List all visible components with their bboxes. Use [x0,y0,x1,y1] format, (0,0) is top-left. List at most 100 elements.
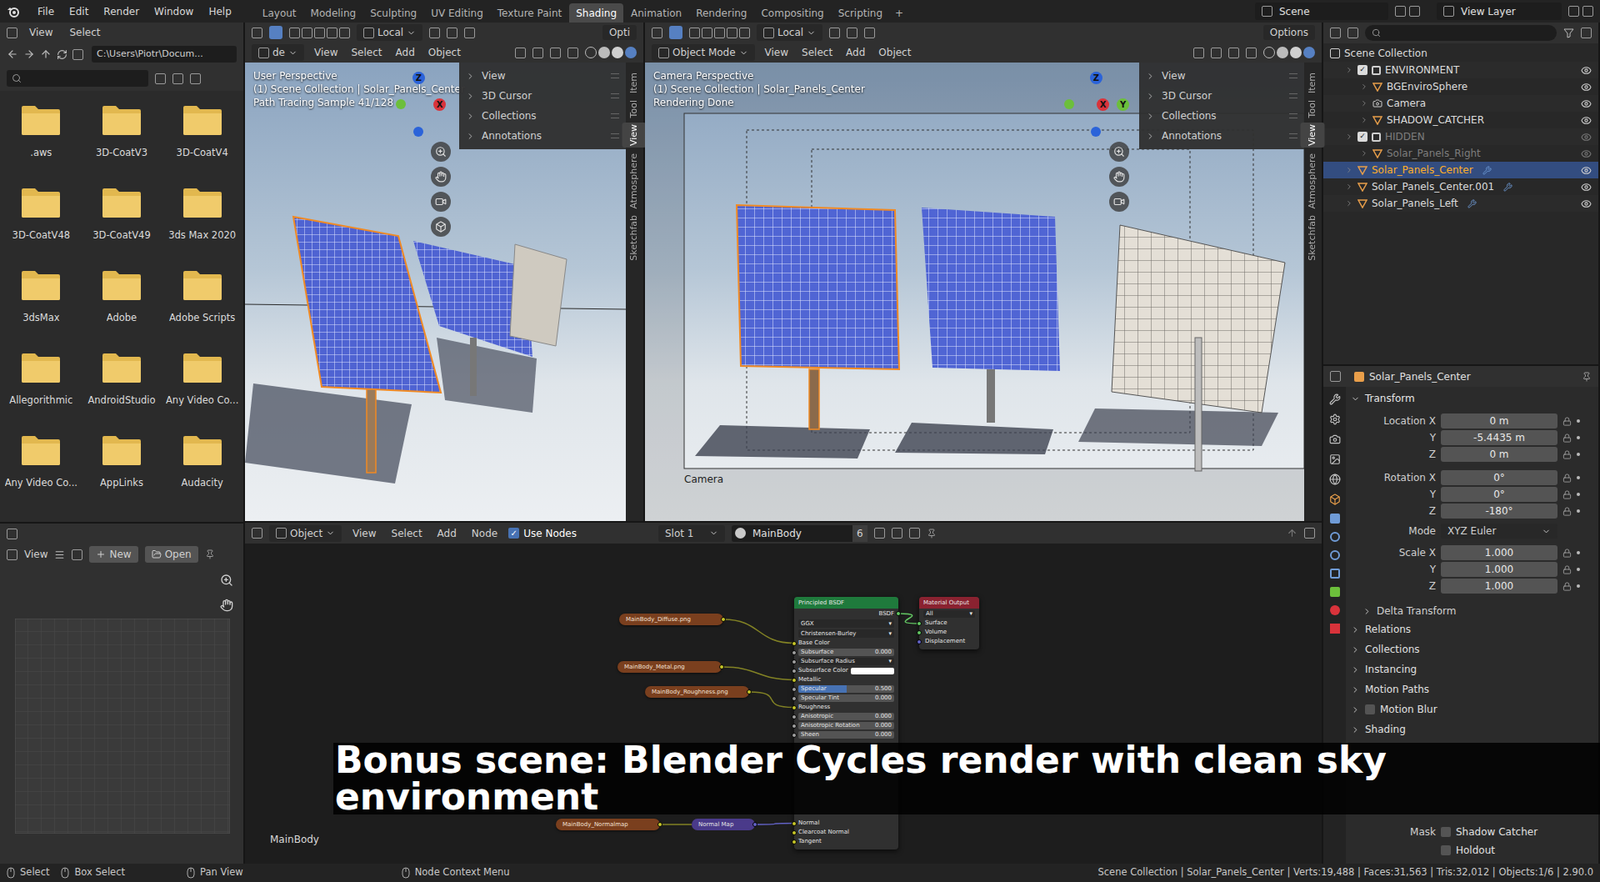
search-field[interactable] [6,70,149,87]
menu-item[interactable]: View [348,525,380,541]
lock-icon[interactable] [1562,416,1572,426]
menu-item[interactable]: Add [392,45,419,60]
menu-item[interactable]: Edit [61,2,96,21]
menu-item[interactable]: View [310,45,341,60]
folder-item[interactable]: Allegorithmic [1,351,81,423]
node-socket[interactable] [791,839,797,845]
menu-item[interactable]: Select [64,25,105,40]
scene-icon[interactable] [1329,473,1341,485]
node-canvas[interactable]: MainBody_Diffuse.pngMainBody_Metal.pngMa… [245,543,1322,864]
mask-checkbox[interactable]: Shadow Catcher [1440,822,1538,841]
mode-dropdown[interactable]: XYZ Euler [1440,523,1558,539]
gizmo-axis[interactable]: Z [412,71,425,85]
node-dropdown[interactable]: GGX▾ [798,619,895,628]
node-slider[interactable]: Specular0.500 [798,685,895,693]
node-socket[interactable] [791,732,797,738]
visibility-icon[interactable] [1580,131,1592,143]
visibility-icon[interactable] [1580,181,1592,193]
node-socket[interactable] [657,821,663,827]
outliner-row[interactable]: ✓ENVIRONMENT [1323,61,1599,79]
node-socket[interactable] [791,695,797,701]
visibility-icon[interactable] [1580,81,1592,93]
navigation-button[interactable] [1109,166,1130,187]
folder-item[interactable]: 3dsMax [1,269,81,340]
node-socket[interactable] [791,640,797,646]
node-socket[interactable] [791,677,797,683]
number-field[interactable]: 1.000 [1440,545,1558,560]
rendered-shading-icon[interactable] [1303,46,1315,59]
options-button[interactable]: Opti [602,25,637,40]
sidebar-section[interactable]: 3D Cursor [1139,85,1305,106]
folder-item[interactable]: 3D-CoatV3 [82,104,162,175]
lock-icon[interactable] [1562,490,1572,500]
workspace-tab[interactable]: Shading [569,3,624,23]
outliner-search[interactable] [1365,25,1557,41]
tool-icon[interactable] [1329,393,1341,405]
gizmo-axis[interactable]: Z [1090,71,1103,85]
sidebar-section[interactable]: Annotations [459,125,626,146]
node-socket[interactable] [746,689,752,695]
workspace-tab[interactable]: Scripting [831,3,890,23]
number-field[interactable]: 0° [1440,470,1558,485]
mode-dropdown[interactable]: de [251,44,305,61]
outliner-row[interactable]: Scene Collection [1323,45,1599,62]
lock-icon[interactable] [1562,581,1572,591]
sidebar-section[interactable]: Collections [459,105,626,126]
navigation-button[interactable] [1109,191,1130,212]
data-tab-icon[interactable] [1330,586,1340,597]
panel-header[interactable]: Motion Blur [1350,699,1594,720]
particles-tab-icon[interactable] [1330,531,1340,542]
panel-header[interactable]: Collections [1350,639,1594,660]
menu-item[interactable]: View [761,45,792,60]
node-socket[interactable] [791,830,797,835]
sidebar-section[interactable]: View [459,65,626,86]
node-slider[interactable]: Anisotropic0.000 [798,712,895,720]
folder-item[interactable]: AndroidStudio [82,351,162,423]
solid-shading-icon[interactable] [598,46,610,59]
viewport-canvas[interactable]: Camera Perspective(1) Scene Collection |… [645,62,1305,521]
workspace-tab[interactable]: Texture Paint [490,3,569,23]
number-field[interactable]: -180° [1440,503,1558,519]
expand-icon[interactable] [1345,165,1354,175]
node-dropdown[interactable]: Subsurface Radius▾ [798,657,895,665]
slot-dropdown[interactable]: Slot 1 [658,525,725,542]
navigation-button[interactable] [430,216,451,237]
sidebar-tab[interactable]: Atmosphere [622,151,647,211]
mode-dropdown[interactable]: Object Mode [651,44,755,61]
node-socket[interactable] [791,668,797,674]
folder-item[interactable]: Any Video Co... [162,351,242,423]
back-icon[interactable] [6,48,19,60]
output-icon[interactable] [1329,433,1341,445]
lock-icon[interactable] [1562,450,1572,460]
texture-tab-icon[interactable] [1330,623,1340,634]
visibility-icon[interactable] [1580,148,1592,160]
sidebar-section[interactable]: View [1139,65,1305,86]
node-dropdown[interactable]: Christensen-Burley▾ [798,629,895,638]
collection-checkbox[interactable]: ✓ [1357,65,1368,75]
expand-icon[interactable] [1360,149,1369,158]
menu-item[interactable]: File [30,2,62,21]
sidebar-tab[interactable]: View [1300,122,1325,148]
number-field[interactable]: 0° [1440,486,1558,502]
visibility-icon[interactable] [1580,198,1592,210]
outliner-row[interactable]: BGEnviroSphere [1323,78,1599,95]
panel-header[interactable]: Motion Paths [1350,679,1594,700]
lock-icon[interactable] [1562,506,1572,516]
viewport-canvas[interactable]: User Perspective(1) Scene Collection | S… [245,62,626,521]
menu-item[interactable]: Help [200,2,239,21]
gizmo-axis[interactable]: X [433,98,446,111]
menu-item[interactable]: Select [347,45,385,60]
sidebar-section[interactable]: 3D Cursor [459,85,626,106]
visibility-icon[interactable] [1580,65,1592,76]
sidebar-tab[interactable]: View [622,122,647,148]
node-socket[interactable] [719,664,725,670]
menu-item[interactable]: View [24,25,58,40]
workspace-tab[interactable]: Layout [255,3,304,23]
wireframe-shading-icon[interactable] [1263,46,1275,59]
panel-checkbox[interactable] [1365,704,1375,715]
node-dropdown[interactable]: All▾ [923,610,975,618]
forward-icon[interactable] [23,48,35,60]
folder-item[interactable]: AppLinks [82,434,162,505]
expand-icon[interactable] [1345,199,1354,208]
image-texture-node[interactable]: MainBody_Normalmap [555,818,660,830]
